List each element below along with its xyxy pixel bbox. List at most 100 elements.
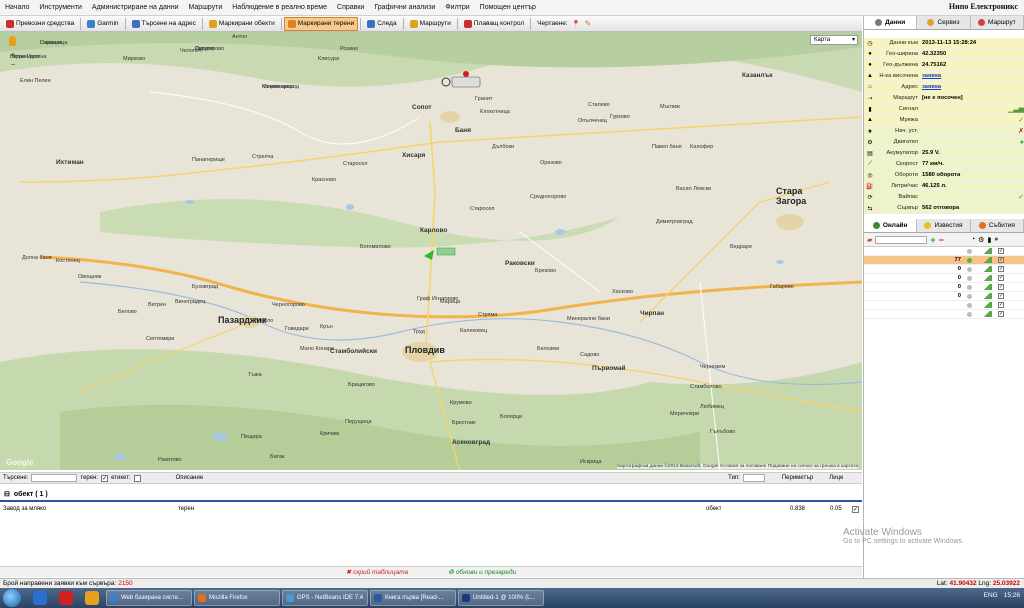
tab-events[interactable]: Събития xyxy=(971,219,1024,232)
toolbar-button[interactable]: Търсене на адрес xyxy=(128,17,200,31)
vehicle-row[interactable]: 77 ✓ xyxy=(864,256,1024,265)
menu-item[interactable]: Инструменти xyxy=(34,0,87,16)
collapse-icon[interactable]: ⊟ xyxy=(4,490,10,498)
menu-item[interactable]: Маршрути xyxy=(184,0,228,16)
hide-table-link[interactable]: ✖ скрий таблицата xyxy=(346,568,408,576)
toolbar-button[interactable]: Маркирани терени xyxy=(283,16,359,31)
menu-item[interactable]: Начало xyxy=(0,0,34,16)
info-row: ★ Нач. уст. ✗ xyxy=(864,126,1024,137)
town-label: Мирково xyxy=(123,56,146,62)
add-icon[interactable]: + xyxy=(930,235,935,245)
vehicle-row[interactable]: 0 ✓ xyxy=(864,265,1024,274)
taskbar-task[interactable]: Untitled-1 @ 100% (L... xyxy=(458,590,544,606)
town-label: Стряма xyxy=(478,312,498,318)
toolbar-button[interactable]: Плаващ контрол xyxy=(460,17,528,31)
type-input[interactable] xyxy=(742,474,765,482)
street-view-pegman-icon[interactable] xyxy=(9,36,16,46)
menu-item[interactable]: Филтри xyxy=(440,0,474,16)
info-row: ⟋ Скорост 77 км/ч. xyxy=(864,159,1024,170)
tab-label: Маршрут xyxy=(987,19,1016,26)
taskbar-task[interactable]: Mozilla Firefox xyxy=(194,590,280,606)
engine-status-icon xyxy=(967,311,972,317)
tab-route[interactable]: Маршрут xyxy=(971,16,1024,29)
vehicle-search-input[interactable] xyxy=(875,235,928,244)
town-label: Чирпан xyxy=(640,310,665,317)
info-value: 2013-11-13 15:28:24 xyxy=(922,40,977,46)
vehicle-checkbox[interactable]: ✓ xyxy=(998,284,1004,290)
remove-icon[interactable]: − xyxy=(939,235,944,245)
description-header[interactable]: Описание xyxy=(176,475,204,481)
language-indicator[interactable]: ENG xyxy=(984,592,998,599)
refresh-link[interactable]: ♻ обнови и презареди xyxy=(448,568,516,576)
row-checkbox[interactable]: ✓ xyxy=(852,506,859,513)
vehicle-row[interactable]: 0 ✓ xyxy=(864,283,1024,292)
taskbar-task[interactable]: GPS - NetBeans IDE 7.4 xyxy=(282,590,368,606)
group-header-row[interactable]: ⊟ обект ( 1 ) xyxy=(0,488,862,502)
vehicle-checkbox[interactable]: ✓ xyxy=(998,275,1004,281)
search-label: Търсене: xyxy=(3,475,29,481)
area-header[interactable]: Лице xyxy=(829,475,843,481)
toolbar-button-label: Маркирани обекти xyxy=(218,20,275,27)
table-row[interactable]: Завод за мляко терен обект 0.838 0.05 ✓ xyxy=(0,505,862,515)
town-label: Старосел xyxy=(343,161,368,167)
opera-icon[interactable] xyxy=(59,591,73,605)
vehicle-row[interactable]: ✓ xyxy=(864,247,1024,256)
vehicle-checkbox[interactable]: ✓ xyxy=(998,257,1004,263)
town-label: Крън xyxy=(320,324,333,330)
signal-icon: ▮ xyxy=(868,106,872,113)
clock[interactable]: 15:26 xyxy=(1004,592,1020,599)
signal-icon xyxy=(982,275,992,281)
vehicle-checkbox[interactable]: ✓ xyxy=(998,311,1004,317)
toolbar-separator xyxy=(280,17,282,30)
town-label: Старосел xyxy=(470,206,495,212)
town-label: Клокотница xyxy=(480,109,510,115)
chrome-icon[interactable] xyxy=(85,591,99,605)
vehicle-row[interactable]: 0 ✓ xyxy=(864,274,1024,283)
taskbar-task[interactable]: Книга първа [Read-... xyxy=(370,590,456,606)
start-button[interactable] xyxy=(3,589,21,607)
vehicle-checkbox[interactable]: ✓ xyxy=(998,266,1004,272)
vehicle-row[interactable]: ✓ xyxy=(864,310,1024,319)
menu-item[interactable]: Наблюдение в реално време xyxy=(227,0,332,16)
menu-item[interactable]: Администриране на данни xyxy=(87,0,184,16)
taskbar-task[interactable]: Web базирана систе... xyxy=(106,590,192,606)
vehicle-row[interactable]: 0 ✓ xyxy=(864,292,1024,301)
zoom-out-button[interactable]: − xyxy=(8,60,18,70)
town-label: Костенец xyxy=(56,258,80,264)
fuel-icon: ⛽ xyxy=(866,183,874,190)
vehicle-checkbox[interactable]: ✓ xyxy=(998,293,1004,299)
tab-service[interactable]: Сервиз xyxy=(917,16,971,29)
vehicle-checkbox[interactable]: ✓ xyxy=(998,302,1004,308)
task-label: Web базирана систе... xyxy=(121,595,183,601)
town-label: Стамболово xyxy=(690,384,722,390)
coordinates-readout: Lat: 41.90432 Lng: 25.03922 xyxy=(937,580,1020,587)
info-value[interactable]: заявка xyxy=(922,73,1024,79)
map-type-select[interactable]: Карта xyxy=(810,35,858,45)
tab-online[interactable]: Онлайн xyxy=(864,219,918,232)
map-attribution[interactable]: Картографски данни ©2013 Basarsoft, Goog… xyxy=(617,464,858,469)
menu-item[interactable]: Справки xyxy=(332,0,369,16)
toolbar-button[interactable]: Превозни средства xyxy=(2,17,78,31)
vehicle-row[interactable]: ✓ xyxy=(864,301,1024,310)
vehicle-checkbox[interactable]: ✓ xyxy=(998,248,1004,254)
ie-icon[interactable] xyxy=(33,591,47,605)
toolbar-button[interactable]: Маркирани обекти xyxy=(205,17,279,31)
toolbar-button-label: Превозни средства xyxy=(16,20,75,27)
search-input[interactable] xyxy=(31,474,78,482)
toolbar-button[interactable]: Следа xyxy=(363,17,400,31)
info-value[interactable]: заявка xyxy=(922,84,1024,90)
town-label: Труд xyxy=(413,329,425,335)
menu-item[interactable]: Помощен център xyxy=(475,0,541,16)
tab-data[interactable]: Данни xyxy=(864,16,918,29)
perimeter-header[interactable]: Периметър xyxy=(782,475,813,481)
toolbar-button[interactable]: Маршрути xyxy=(406,17,455,31)
toolbar-separator xyxy=(360,17,362,30)
toolbar-button[interactable]: Garmin xyxy=(83,17,122,31)
map-canvas[interactable]: + − Карта Пловдив Стара Загора Пазарджик… xyxy=(0,32,862,470)
pencil-icon[interactable]: ✎ xyxy=(584,19,591,28)
pin-icon[interactable]: 📍 xyxy=(572,20,581,28)
tab-notifications[interactable]: Известия xyxy=(917,219,971,232)
menu-item[interactable]: Графични анализи xyxy=(369,0,440,16)
label-checkbox[interactable] xyxy=(133,474,141,482)
terrain-checkbox[interactable]: ✓ xyxy=(101,474,109,482)
